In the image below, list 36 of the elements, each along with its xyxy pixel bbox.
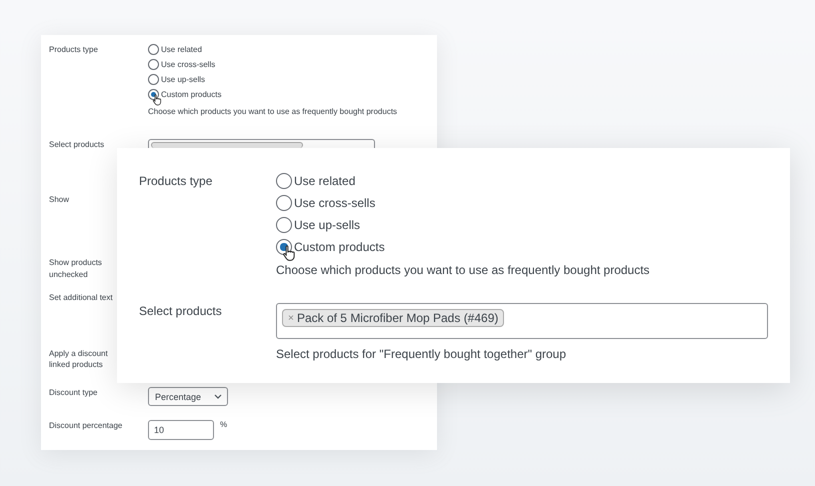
radio-button[interactable] xyxy=(148,59,159,70)
radio-option[interactable]: Use cross-sells xyxy=(148,59,216,70)
field-label: Show xyxy=(49,194,70,205)
field-label: Products type xyxy=(139,173,214,190)
radio-option[interactable]: Use cross-sells xyxy=(276,195,376,211)
radio-option[interactable]: Use related xyxy=(276,173,356,189)
unit-label: % xyxy=(220,420,228,430)
radio-option[interactable]: Custom products xyxy=(276,239,385,255)
radio-option[interactable]: Use up-sells xyxy=(148,74,206,85)
radio-button[interactable] xyxy=(276,195,292,211)
radio-option[interactable]: Use related xyxy=(148,44,202,55)
field-label: Show products unchecked xyxy=(49,257,103,280)
product-select-field[interactable]: × Pack of 5 Microfiber Mop Pads (#469) xyxy=(276,303,768,340)
product-select-field[interactable] xyxy=(148,138,375,149)
help-text: Choose which products you want to use as frequently bought products xyxy=(148,107,398,116)
radio-button[interactable] xyxy=(276,173,292,189)
field-label: Select products xyxy=(139,303,223,320)
field-label: Apply a discount linked products xyxy=(49,348,109,371)
radio-option[interactable]: Custom products xyxy=(148,89,222,100)
chevron-down-icon xyxy=(214,394,222,400)
field-label: Discount percentage xyxy=(49,420,124,432)
radio-button[interactable] xyxy=(148,74,159,85)
hand-cursor-icon xyxy=(282,245,296,262)
product-tag[interactable]: × Pack of 5 Microfiber Mop Pads (#469) xyxy=(282,309,504,328)
radio-option[interactable]: Use up-sells xyxy=(276,217,360,233)
help-text: Select products for "Frequently bought together" group xyxy=(276,347,568,362)
radio-button[interactable] xyxy=(276,217,292,233)
field-label: Select products xyxy=(49,138,106,150)
discount-type-select[interactable]: Percentage xyxy=(148,387,228,406)
number-input[interactable]: 10 xyxy=(148,420,214,440)
field-label: Products type xyxy=(49,44,99,56)
hand-cursor-icon xyxy=(152,94,162,106)
help-text: Choose which products you want to use as frequently bought products xyxy=(276,263,651,277)
field-label: Discount type xyxy=(49,387,98,398)
field-label: Set additional text xyxy=(49,292,114,304)
radio-button[interactable] xyxy=(148,44,159,55)
